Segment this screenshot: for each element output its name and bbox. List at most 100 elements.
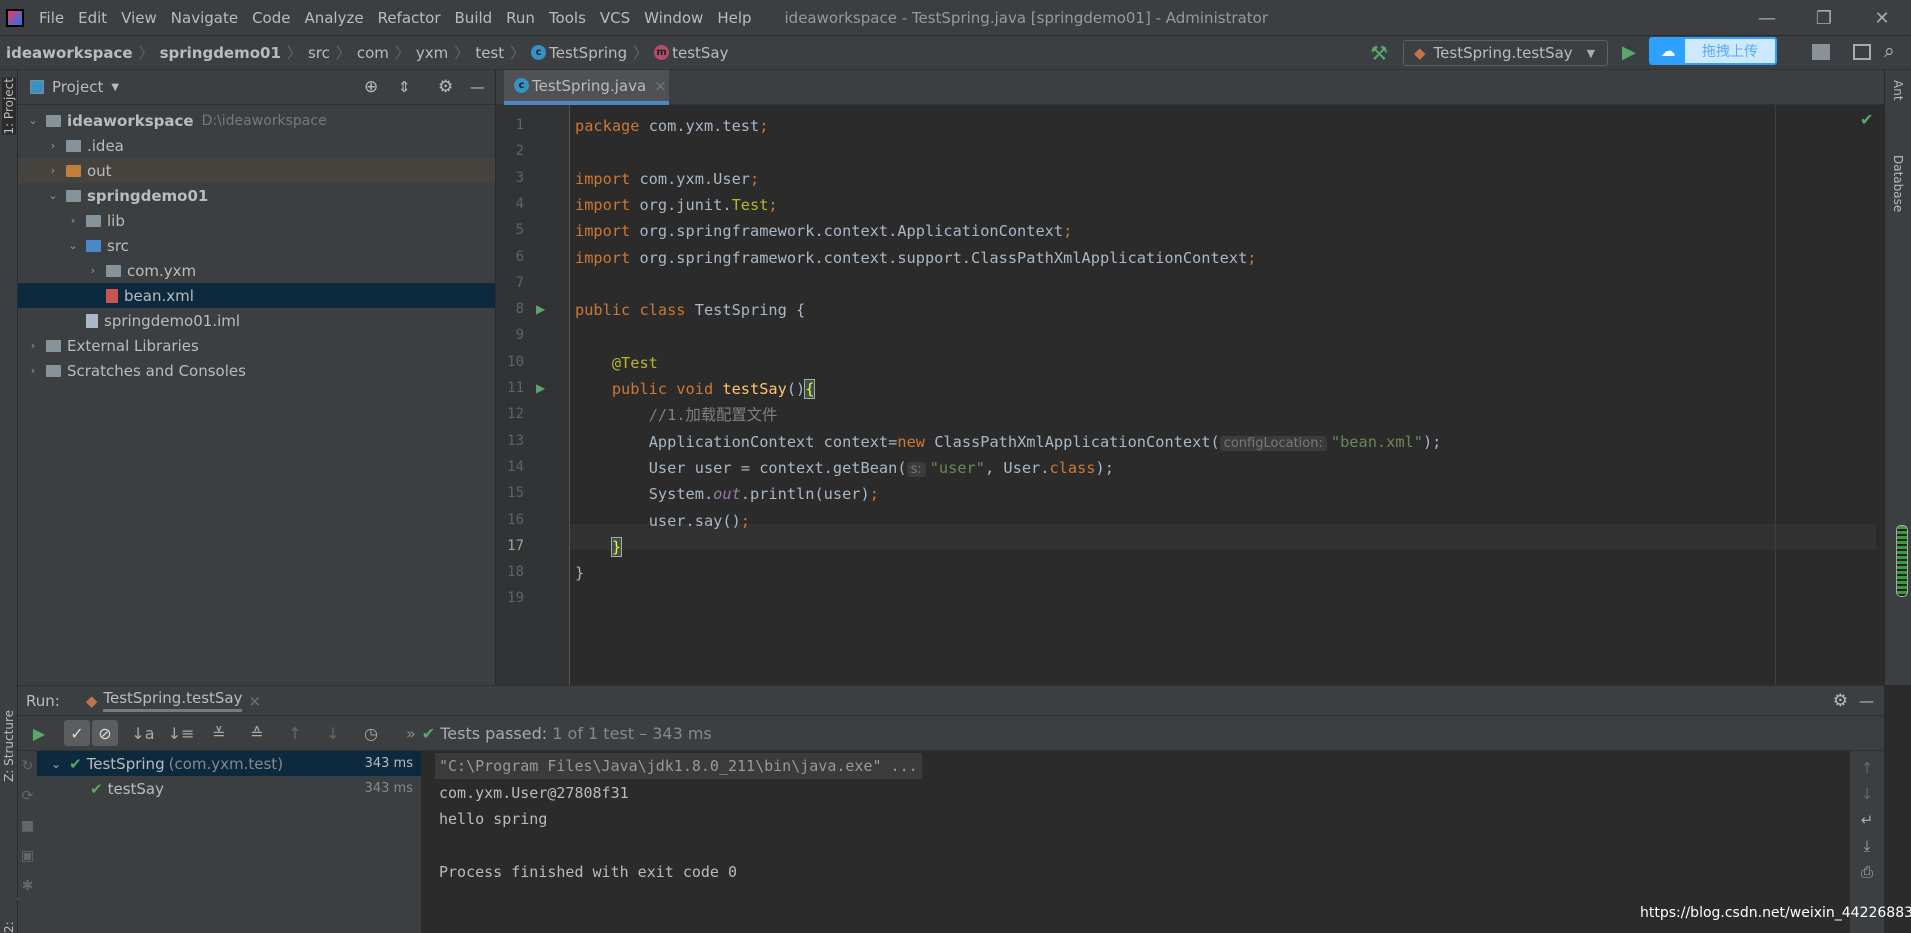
- run-gutter-icon[interactable]: ▶: [536, 302, 545, 316]
- project-structure-icon[interactable]: [1812, 44, 1830, 60]
- tab-testspring-java[interactable]: c TestSpring.java ×: [504, 70, 669, 105]
- structure-tool-button[interactable]: Z: Structure: [2, 710, 16, 782]
- run-button[interactable]: ▶: [1622, 42, 1636, 63]
- code-line: package com.yxm.test;: [575, 113, 768, 139]
- soft-wrap-icon[interactable]: ↵: [1850, 811, 1884, 829]
- menu-code[interactable]: Code: [245, 9, 297, 27]
- close-tab-icon[interactable]: ×: [654, 77, 667, 95]
- tree-item[interactable]: springdemo01.iml: [18, 308, 495, 333]
- run-gutter-icon[interactable]: ▶: [536, 381, 545, 395]
- tree-item[interactable]: › lib: [18, 208, 495, 233]
- scroll-down-icon[interactable]: ↓: [1850, 785, 1884, 803]
- tree-item[interactable]: ⌄ springdemo01: [18, 183, 495, 208]
- more-icon[interactable]: »: [406, 724, 416, 743]
- toggle-autotest-icon[interactable]: ⟳: [18, 781, 37, 811]
- chevron-right-icon[interactable]: ›: [66, 214, 80, 227]
- stop-icon[interactable]: ■: [18, 811, 37, 841]
- chevron-down-icon[interactable]: ⌄: [51, 757, 61, 771]
- terminal-icon[interactable]: [1853, 44, 1871, 60]
- gear-icon[interactable]: ⚙: [438, 77, 453, 97]
- collapse-all-icon[interactable]: ⇕: [398, 78, 411, 96]
- tree-item[interactable]: › out: [18, 158, 495, 183]
- breadcrumb-item[interactable]: src: [308, 44, 330, 62]
- show-ignored-toggle[interactable]: ⊘: [92, 720, 118, 746]
- rerun-button[interactable]: ▶: [26, 720, 52, 746]
- breadcrumb-item[interactable]: testSay: [672, 44, 728, 62]
- collapse-all-button[interactable]: ≙: [244, 720, 270, 746]
- menu-navigate[interactable]: Navigate: [164, 9, 245, 27]
- baidu-upload-widget[interactable]: ☁ 拖拽上传: [1649, 37, 1777, 65]
- console-output[interactable]: "C:\Program Files\Java\jdk1.8.0_211\bin\…: [422, 751, 1850, 933]
- code-editor[interactable]: package com.yxm.test; import com.yxm.User…: [575, 105, 1884, 685]
- build-hammer-icon[interactable]: ⚒: [1370, 41, 1388, 65]
- expand-all-button[interactable]: ≚: [206, 720, 232, 746]
- run-configuration-select[interactable]: ◆ TestSpring.testSay ▼: [1403, 40, 1608, 66]
- previous-test-button[interactable]: ↑: [282, 720, 308, 746]
- chevron-down-icon[interactable]: ⌄: [66, 239, 80, 252]
- breadcrumb-item[interactable]: ideaworkspace: [6, 44, 133, 62]
- menu-analyze[interactable]: Analyze: [297, 9, 370, 27]
- code-line: }: [575, 560, 584, 586]
- menu-file[interactable]: File: [32, 9, 71, 27]
- menu-edit[interactable]: Edit: [71, 9, 114, 27]
- gear-icon[interactable]: ⚙: [1833, 691, 1848, 711]
- test-history-button[interactable]: ◷: [358, 720, 384, 746]
- scroll-to-end-icon[interactable]: ⤓: [1850, 837, 1884, 855]
- chevron-right-icon[interactable]: ›: [46, 164, 60, 177]
- breadcrumb-item[interactable]: yxm: [416, 44, 448, 62]
- tree-item[interactable]: › com.yxm: [18, 258, 495, 283]
- rerun-failed-icon[interactable]: ↻: [18, 751, 37, 781]
- database-tool-button[interactable]: Database: [1891, 155, 1905, 212]
- test-method-row[interactable]: ✔ testSay 343 ms: [37, 776, 421, 801]
- search-icon[interactable]: ⌕: [1884, 40, 1895, 62]
- breadcrumb-item[interactable]: test: [475, 44, 504, 62]
- run-tab[interactable]: TestSpring.testSay: [103, 689, 243, 712]
- camera-icon[interactable]: ▣: [18, 841, 37, 871]
- breadcrumb-item[interactable]: com: [357, 44, 389, 62]
- close-window-button[interactable]: ✕: [1858, 0, 1906, 36]
- tree-item[interactable]: ⌄ src: [18, 233, 495, 258]
- menu-window[interactable]: Window: [637, 9, 710, 27]
- chevron-right-icon[interactable]: ›: [26, 364, 40, 377]
- chevron-down-icon[interactable]: ▼: [111, 82, 119, 93]
- chevron-down-icon[interactable]: ⌄: [26, 114, 40, 127]
- chevron-down-icon[interactable]: ⌄: [46, 189, 60, 202]
- close-run-tab-icon[interactable]: ×: [248, 692, 261, 710]
- debug-icon[interactable]: ✱: [18, 871, 37, 901]
- tree-item[interactable]: › External Libraries: [18, 333, 495, 358]
- hide-panel-icon[interactable]: —: [1859, 692, 1874, 710]
- print-icon[interactable]: ⎙: [1850, 863, 1884, 881]
- ant-tool-button[interactable]: Ant: [1891, 80, 1905, 101]
- sort-duration-button[interactable]: ↓≡: [168, 720, 195, 746]
- menu-build[interactable]: Build: [448, 9, 500, 27]
- next-test-button[interactable]: ↓: [320, 720, 346, 746]
- tree-item[interactable]: › Scratches and Consoles: [18, 358, 495, 383]
- minimize-button[interactable]: —: [1743, 0, 1791, 36]
- locate-icon[interactable]: ⊕: [364, 77, 378, 97]
- menu-tools[interactable]: Tools: [542, 9, 593, 27]
- tree-item[interactable]: › .idea: [18, 133, 495, 158]
- tree-item[interactable]: bean.xml: [18, 283, 495, 308]
- line-number: 19: [507, 590, 524, 607]
- project-tool-button[interactable]: 1: Project: [2, 78, 16, 135]
- chevron-right-icon[interactable]: ›: [46, 139, 60, 152]
- scroll-up-icon[interactable]: ↑: [1850, 759, 1884, 777]
- tree-item[interactable]: ⌄ ideaworkspace D:\ideaworkspace: [18, 108, 495, 133]
- sort-alpha-button[interactable]: ↓a: [130, 720, 156, 746]
- menu-help[interactable]: Help: [710, 9, 758, 27]
- hide-panel-icon[interactable]: —: [470, 78, 485, 96]
- maximize-button[interactable]: ❐: [1800, 0, 1848, 36]
- menu-refactor[interactable]: Refactor: [371, 9, 448, 27]
- breadcrumb-item[interactable]: springdemo01: [160, 44, 281, 62]
- show-passed-toggle[interactable]: ✓: [64, 720, 90, 746]
- breadcrumb-item[interactable]: TestSpring: [549, 44, 627, 62]
- test-class-row[interactable]: ⌄ ✔ TestSpring (com.yxm.test) 343 ms: [37, 751, 421, 776]
- menu-view[interactable]: View: [114, 9, 164, 27]
- project-view-select[interactable]: Project: [52, 77, 104, 97]
- menu-run[interactable]: Run: [499, 9, 542, 27]
- code-token: org.junit.: [639, 195, 732, 214]
- menu-vcs[interactable]: VCS: [593, 9, 637, 27]
- chevron-right-icon[interactable]: ›: [86, 264, 100, 277]
- chevron-right-icon[interactable]: ›: [26, 339, 40, 352]
